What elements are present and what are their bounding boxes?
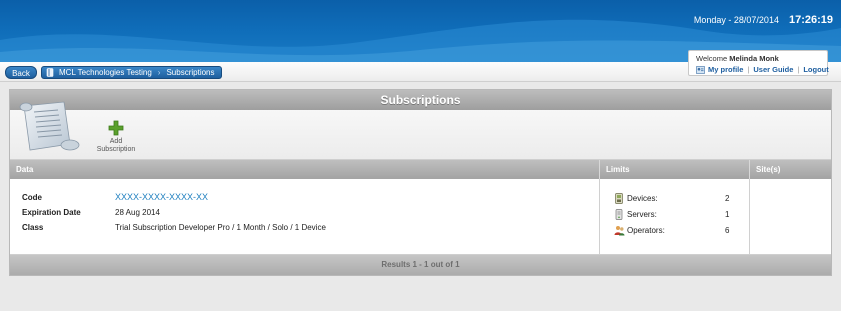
- expiration-value: 28 Aug 2014: [115, 208, 160, 217]
- current-date: Monday - 28/07/2014: [693, 15, 779, 25]
- user-links: My profile | User Guide | Logout: [696, 65, 829, 74]
- sites-cell: [750, 179, 831, 254]
- profile-icon: [696, 65, 705, 74]
- page-title: Subscriptions: [10, 90, 831, 110]
- devices-count: 2: [725, 194, 730, 203]
- data-cell: Code XXXX-XXXX-XXXX-XX Expiration Date 2…: [10, 179, 600, 254]
- limit-devices: Devices: 2: [614, 193, 734, 204]
- add-subscription-label-2: Subscription: [96, 146, 136, 153]
- code-value-link[interactable]: XXXX-XXXX-XXXX-XX: [115, 192, 208, 202]
- toolbar: Add Subscription: [10, 101, 831, 160]
- breadcrumb: MCL Technologies Testing › Subscriptions: [41, 66, 222, 79]
- table-header: Data Limits Site(s): [10, 160, 831, 179]
- breadcrumb-item-organization[interactable]: MCL Technologies Testing: [59, 68, 152, 77]
- logout-link[interactable]: Logout: [803, 65, 828, 74]
- breadcrumb-separator-icon: ›: [157, 68, 161, 77]
- date-time: Monday - 28/07/2014 17:26:19: [694, 14, 833, 26]
- my-profile-link[interactable]: My profile: [708, 65, 743, 74]
- devices-label: Devices:: [627, 194, 658, 203]
- operators-icon: [614, 225, 625, 236]
- class-value: Trial Subscription Developer Pro / 1 Mon…: [115, 223, 326, 232]
- user-name: Melinda Monk: [729, 54, 779, 63]
- user-box: Welcome Melinda Monk My profile | User G…: [688, 50, 829, 76]
- column-header-data: Data: [10, 160, 600, 179]
- expiration-label: Expiration Date: [22, 208, 81, 217]
- servers-label: Servers:: [627, 210, 657, 219]
- add-subscription-label-1: Add: [109, 138, 123, 145]
- class-label: Class: [22, 223, 44, 232]
- breadcrumb-item-subscriptions[interactable]: Subscriptions: [166, 68, 214, 77]
- device-icon: [614, 193, 624, 204]
- limits-cell: Devices: 2 Servers: 1 Operators: 6: [600, 179, 750, 254]
- column-header-sites: Site(s): [756, 165, 781, 174]
- limit-operators: Operators: 6: [614, 225, 734, 236]
- scroll-document-icon: [14, 98, 86, 158]
- welcome-text: Welcome Melinda Monk: [696, 54, 779, 63]
- limit-servers: Servers: 1: [614, 209, 734, 220]
- current-time: 17:26:19: [788, 14, 833, 26]
- subscriptions-panel: Subscriptions Add Subscription Data Limi…: [9, 89, 832, 276]
- server-icon: [614, 209, 624, 220]
- results-footer: Results 1 - 1 out of 1: [10, 255, 831, 275]
- operators-count: 6: [725, 226, 730, 235]
- back-button[interactable]: Back: [5, 66, 37, 79]
- servers-count: 1: [725, 210, 730, 219]
- user-guide-link[interactable]: User Guide: [753, 65, 793, 74]
- add-subscription-button[interactable]: Add Subscription: [93, 120, 139, 154]
- book-icon: [46, 68, 54, 77]
- column-header-limits: Limits: [600, 160, 750, 179]
- add-plus-icon: [108, 120, 124, 136]
- table-row: Code XXXX-XXXX-XXXX-XX Expiration Date 2…: [10, 179, 831, 255]
- code-label: Code: [22, 193, 42, 202]
- link-divider: |: [747, 65, 750, 74]
- operators-label: Operators:: [627, 226, 665, 235]
- link-divider: |: [797, 65, 800, 74]
